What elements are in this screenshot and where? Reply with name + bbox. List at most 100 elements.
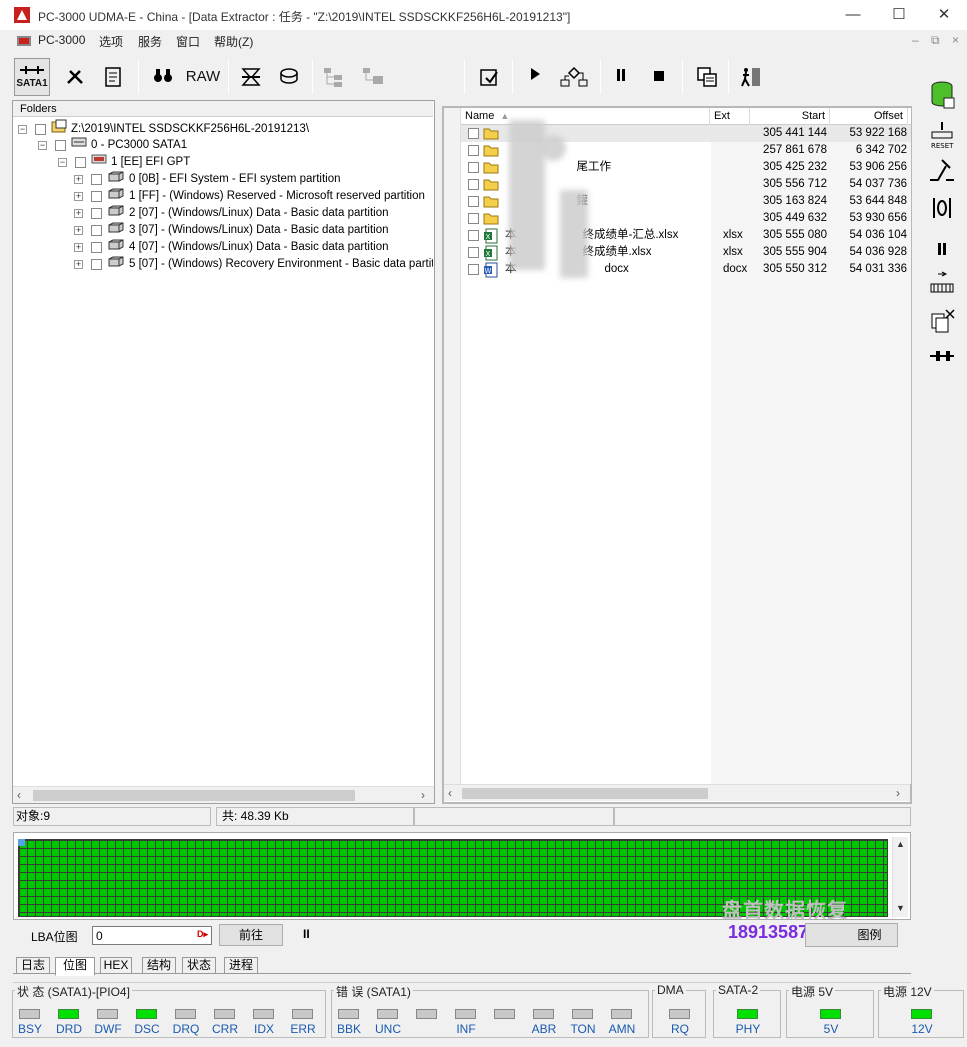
menu-pc3000[interactable]: PC-3000: [38, 33, 85, 47]
database-button[interactable]: [926, 80, 958, 112]
tree-checkbox[interactable]: [75, 156, 86, 168]
expand-icon[interactable]: +: [74, 174, 83, 184]
tree-node[interactable]: +3 [07] - (Windows/Linux) Data - Basic d…: [74, 221, 389, 238]
report-button[interactable]: [98, 58, 128, 96]
column-name[interactable]: Name ▲: [461, 108, 710, 125]
tree-node[interactable]: − 0 - PC3000 SATA1: [38, 136, 187, 153]
go-button[interactable]: 前往: [219, 924, 283, 946]
tab-structure[interactable]: 结构: [142, 957, 176, 974]
tree-node[interactable]: +4 [07] - (Windows/Linux) Data - Basic d…: [74, 238, 389, 255]
power-on-button[interactable]: [926, 158, 958, 190]
menu-help[interactable]: 帮助(Z): [214, 33, 253, 50]
tree-checkbox[interactable]: [91, 241, 102, 253]
tab-status[interactable]: 状态: [182, 957, 216, 974]
disk-button[interactable]: [274, 58, 304, 96]
expand-icon[interactable]: +: [74, 208, 83, 218]
files-gutter: [444, 108, 461, 784]
scroll-right-icon[interactable]: ›: [421, 788, 425, 802]
power-off-button[interactable]: [926, 194, 958, 226]
scroll-thumb[interactable]: [462, 788, 708, 799]
tree-node[interactable]: +2 [07] - (Windows/Linux) Data - Basic d…: [74, 204, 389, 221]
expand-icon[interactable]: +: [74, 242, 83, 252]
raw-button[interactable]: RAW: [184, 58, 222, 96]
expand-icon[interactable]: +: [74, 225, 83, 235]
file-checkbox[interactable]: [468, 213, 479, 224]
files-h-scrollbar[interactable]: ‹ ›: [444, 784, 910, 801]
file-checkbox[interactable]: [468, 196, 479, 207]
tree-checkbox[interactable]: [91, 207, 102, 219]
tree-button[interactable]: [318, 58, 348, 96]
reset-button[interactable]: RESET: [926, 120, 958, 152]
mdi-minimize-button[interactable]: –: [912, 33, 919, 47]
tab-log[interactable]: 日志: [16, 957, 50, 974]
tree-node[interactable]: − 1 [EE] EFI GPT: [58, 153, 190, 170]
pause-button[interactable]: [606, 58, 636, 96]
scroll-right-icon[interactable]: ›: [896, 786, 900, 800]
process-button[interactable]: [556, 58, 592, 96]
tab-bitmap[interactable]: 位图: [55, 957, 95, 976]
tree-node[interactable]: +5 [07] - (Windows) Recovery Environment…: [74, 255, 433, 272]
collapse-icon[interactable]: −: [18, 124, 27, 134]
file-start: 305 555 904: [763, 246, 827, 258]
expand-icon[interactable]: +: [74, 191, 83, 201]
tab-process[interactable]: 进程: [224, 957, 258, 974]
tree-checkbox[interactable]: [91, 190, 102, 202]
disk-icon: [280, 68, 298, 84]
clear-button[interactable]: [926, 308, 958, 340]
folders-h-scrollbar[interactable]: ‹ ›: [13, 786, 434, 803]
file-checkbox[interactable]: [468, 145, 479, 156]
bitmap-pause-button[interactable]: II: [303, 927, 310, 941]
tree-node[interactable]: +1 [FF] - (Windows) Reserved - Microsoft…: [74, 187, 425, 204]
scroll-left-icon[interactable]: ‹: [448, 786, 452, 800]
lba-input[interactable]: 0 D▸: [92, 926, 212, 945]
menu-window[interactable]: 窗口: [176, 33, 200, 50]
file-checkbox[interactable]: [468, 128, 479, 139]
file-checkbox[interactable]: [468, 247, 479, 258]
tree-checkbox[interactable]: [91, 173, 102, 185]
maximize-button[interactable]: ☐: [876, 0, 922, 30]
tree-node[interactable]: − Z:\2019\INTEL SSDSCKKF256H6L-20191213\: [18, 119, 309, 136]
file-checkbox[interactable]: [468, 264, 479, 275]
tree-checkbox[interactable]: [55, 139, 66, 151]
column-start[interactable]: Start: [750, 108, 830, 125]
tree-checkbox[interactable]: [35, 123, 46, 135]
collapse-icon[interactable]: −: [58, 157, 67, 167]
tree-node[interactable]: +0 [0B] - EFI System - EFI system partit…: [74, 170, 341, 187]
tree-export-button[interactable]: [356, 58, 390, 96]
column-ext[interactable]: Ext: [710, 108, 750, 125]
mdi-close-button[interactable]: ×: [952, 33, 959, 47]
pause-side-button[interactable]: [926, 234, 958, 266]
open-task-button[interactable]: [474, 58, 504, 96]
close-button[interactable]: ✕: [921, 0, 967, 30]
start-button[interactable]: [520, 58, 550, 96]
exit-button[interactable]: [736, 58, 766, 96]
menu-options[interactable]: 选项: [99, 33, 123, 50]
stop-button[interactable]: [644, 58, 674, 96]
scroll-up-icon[interactable]: ▲: [893, 839, 908, 849]
tree-checkbox[interactable]: [91, 258, 102, 270]
scroll-down-icon[interactable]: ▼: [893, 903, 908, 913]
settings-side-button[interactable]: [926, 346, 958, 378]
transfer-button[interactable]: [926, 270, 958, 302]
bitmap-v-scrollbar[interactable]: ▲ ▼: [892, 837, 908, 917]
expand-icon[interactable]: +: [74, 259, 83, 269]
legend-button[interactable]: 图例: [805, 923, 898, 947]
minimize-button[interactable]: —: [830, 0, 876, 30]
tools-button[interactable]: [60, 58, 90, 96]
scroll-left-icon[interactable]: ‹: [17, 788, 21, 802]
file-checkbox[interactable]: [468, 162, 479, 173]
decimal-toggle-icon[interactable]: D▸: [197, 929, 208, 940]
tab-hex[interactable]: HEX: [100, 957, 132, 974]
mdi-restore-button[interactable]: ⧉: [931, 33, 940, 48]
copy-button[interactable]: [692, 58, 722, 96]
scroll-thumb[interactable]: [33, 790, 355, 801]
file-checkbox[interactable]: [468, 230, 479, 241]
tree-checkbox[interactable]: [91, 224, 102, 236]
sata-port-button[interactable]: SATA1: [14, 58, 50, 96]
search-button[interactable]: [148, 58, 178, 96]
collapse-icon[interactable]: −: [38, 140, 47, 150]
file-checkbox[interactable]: [468, 179, 479, 190]
menu-service[interactable]: 服务: [138, 33, 162, 50]
column-offset[interactable]: Offset: [830, 108, 908, 125]
filter-button[interactable]: [236, 58, 266, 96]
